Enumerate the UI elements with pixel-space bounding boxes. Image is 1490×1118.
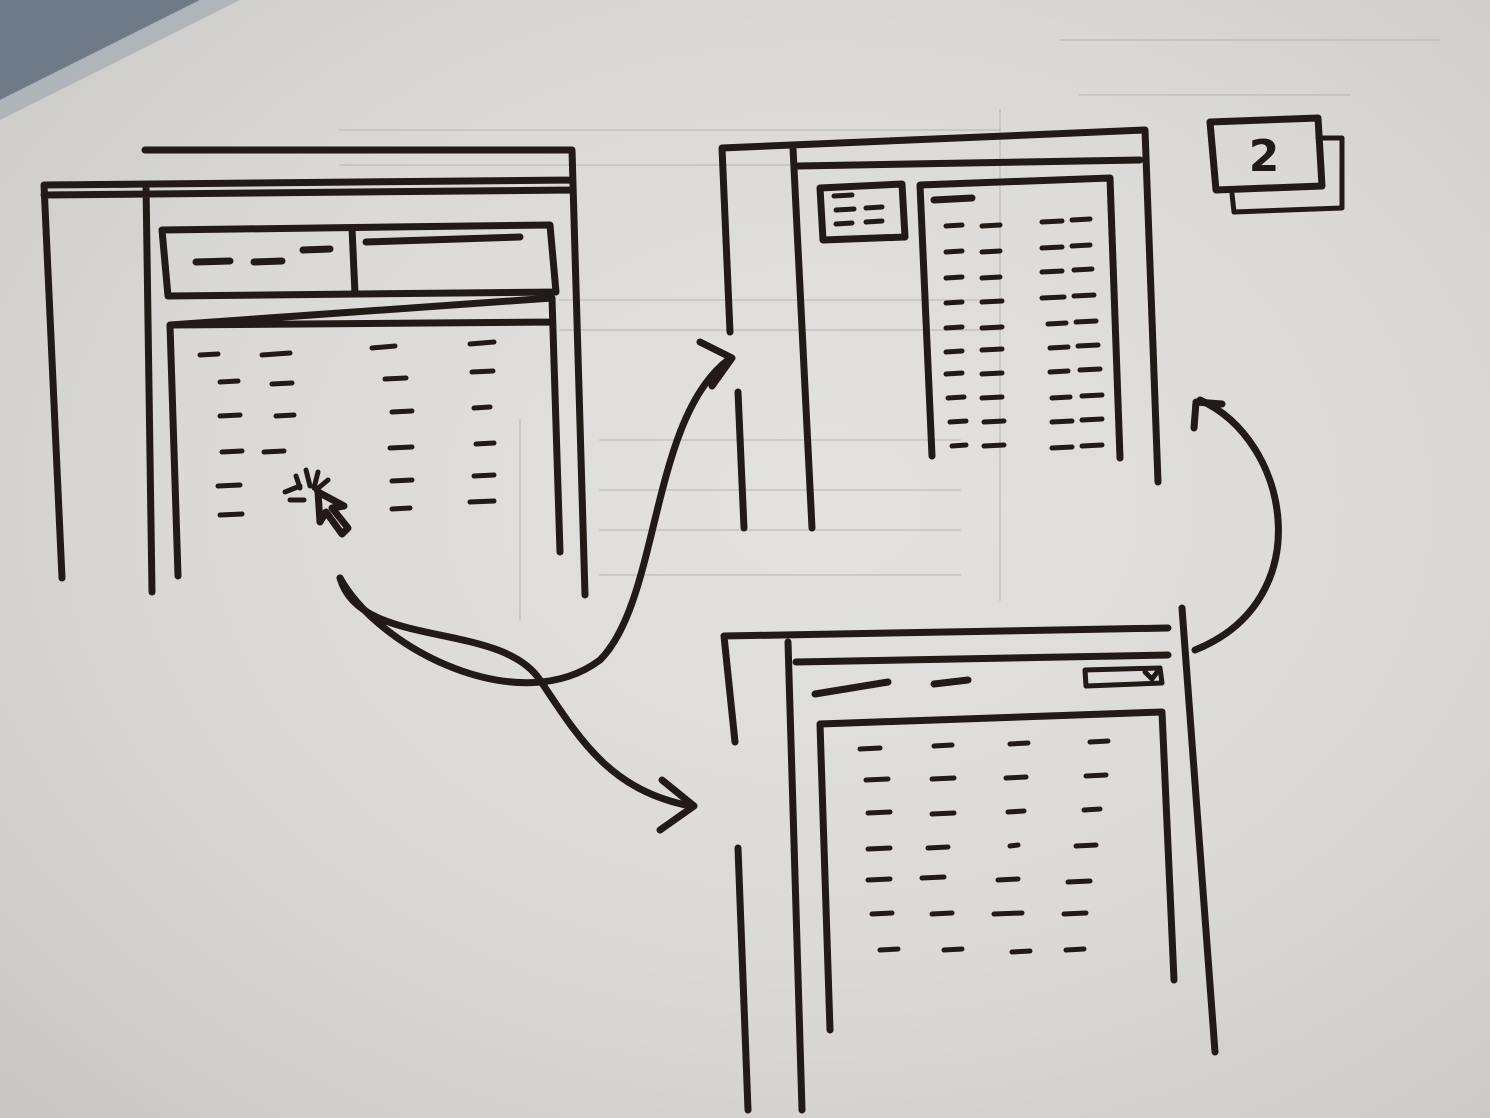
chevron-down-icon [1142,668,1161,682]
screen-1-wireframe [40,146,589,599]
screen-3-toolbar-labels [811,676,972,698]
screen-3-dropdown [1082,665,1165,689]
screen-2-table-rows [943,216,1105,451]
arrow-screen-3-to-screen-2 [1191,396,1282,654]
screen-1-table-rows [197,339,497,518]
screen-2-table-header [930,194,976,204]
screen-1-frame [40,146,589,599]
arrow-to-screen-2 [336,356,732,687]
arrow-head-screen-3-to-screen-2 [1190,398,1226,432]
screen-2-detail-lines [831,192,885,227]
page-number-badge: 2 [1206,114,1345,215]
screen-3-wireframe [720,604,1219,1114]
arrow-to-screen-3 [336,574,694,810]
screen-3-table-rows [857,738,1111,955]
screen-2-detail-box [816,180,909,244]
screen-1-header-left-label [192,245,334,266]
screen-1-cursor-icon [314,488,352,538]
screen-3-table-box [816,708,1178,1034]
screen-1-table-box [166,294,564,580]
screen-1-header-right-label [362,233,524,246]
page-number: 2 [1249,131,1280,182]
wireframe-sketch: 2 [40,39,1441,1114]
